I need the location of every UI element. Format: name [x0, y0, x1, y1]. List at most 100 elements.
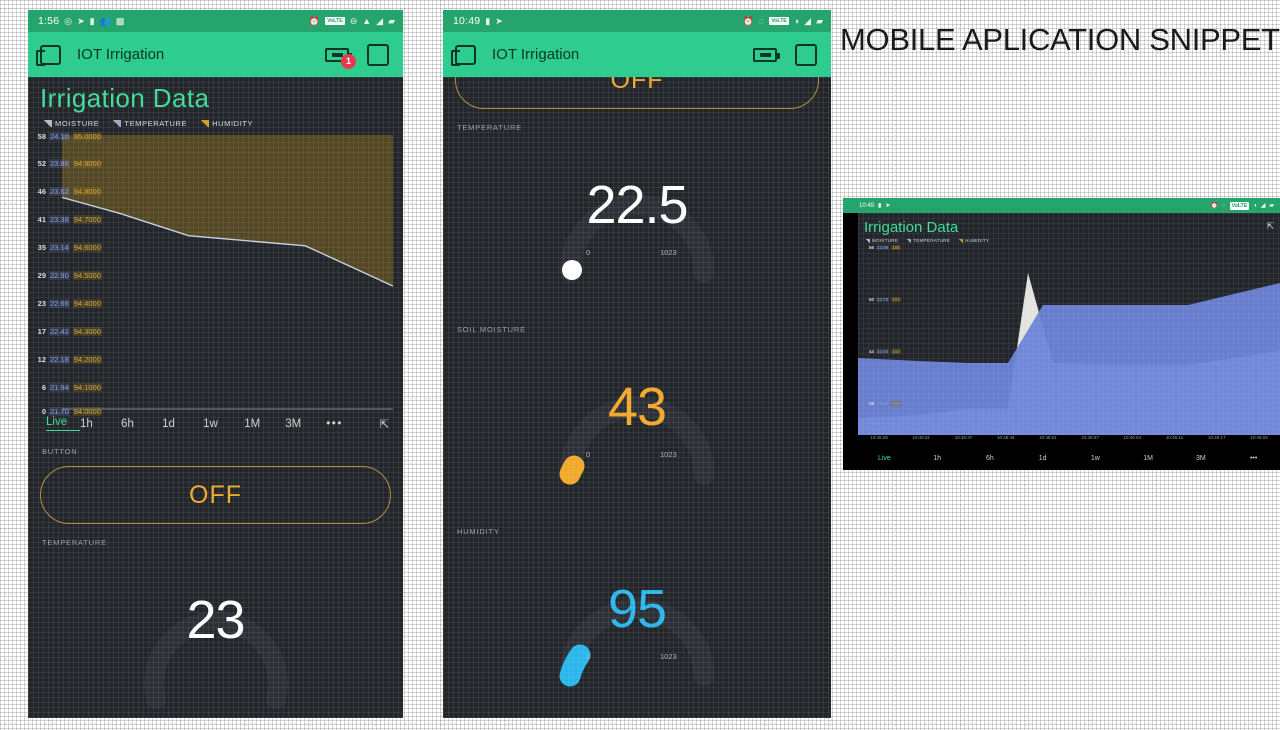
range-more-button[interactable]: •••	[1227, 455, 1280, 462]
apps-icon: ▩	[115, 15, 125, 26]
app-bar: IOT Irrigation	[443, 32, 831, 77]
battery-icon: ▰	[816, 15, 823, 26]
status-time: 10:49	[453, 15, 481, 27]
signal-icon: ◢	[804, 15, 812, 26]
telegram-icon: ➤	[77, 15, 85, 26]
page-canvas: 1:56 ◎ ➤ ▮ 👥 ▩ ⏰ VoLTE ⊖ ▲ ◢ ▰ IOT Irrig…	[0, 0, 1280, 730]
range-live[interactable]: Live	[858, 455, 911, 462]
dnd-icon: ◌	[1221, 202, 1226, 209]
range-1M[interactable]: 1M	[244, 418, 285, 430]
status-bar: 1:56 ◎ ➤ ▮ 👥 ▩ ⏰ VoLTE ⊖ ▲ ◢ ▰	[28, 10, 403, 32]
x-label: 10:46:04	[1123, 435, 1142, 440]
square-icon[interactable]	[795, 43, 817, 66]
x-label: 10:45:57	[1081, 435, 1099, 440]
temperature-gauge[interactable]: 22.5 0 1023	[443, 136, 831, 311]
time-range-selector: Live 1h 6h 1d 1w 1M 3M ••• ⇱	[28, 412, 403, 433]
chart-legend: MOISTURE TEMPERATURE HUMIDITY	[28, 116, 403, 130]
axis-row: 50 23.75 104	[860, 297, 901, 302]
x-label: 10:46:11	[1165, 435, 1184, 440]
humidity-gauge[interactable]: 95 0 1023	[443, 540, 831, 715]
range-1M[interactable]: 1M	[1122, 455, 1175, 462]
gauge-min-label: 0	[586, 450, 591, 459]
axis-tick-moisture: 12	[37, 355, 46, 364]
temperature-gauge[interactable]: 23	[28, 551, 403, 718]
temperature-value: 23	[186, 590, 245, 650]
dashboard-screen: Irrigation Data MOISTURE TEMPERATURE HUM…	[28, 77, 403, 718]
range-3M[interactable]: 3M	[285, 418, 326, 430]
axis-tick-moisture: 56	[868, 245, 874, 250]
pump-toggle-button[interactable]: OFF	[455, 77, 819, 109]
temperature-section-label: TEMPERATURE	[457, 123, 522, 132]
range-more-button[interactable]: •••	[326, 418, 367, 430]
pump-toggle-button[interactable]: OFF	[40, 466, 391, 524]
battery-saver-icon: ▮	[89, 15, 95, 26]
wifi-icon: ▲	[362, 15, 372, 26]
battery-saver-icon: ▮	[485, 15, 491, 26]
x-label: 10:45:37	[954, 435, 973, 440]
expand-icon[interactable]: ⇱	[1266, 221, 1274, 232]
gauge-max-label: 1023	[660, 450, 677, 459]
range-1h[interactable]: 1h	[911, 455, 964, 462]
range-1h[interactable]: 1h	[80, 418, 121, 430]
axis-row: 38 23.28 102	[860, 401, 901, 406]
battery-status-button[interactable]: 1	[325, 47, 356, 69]
axis-tick-moisture: 29	[37, 271, 46, 280]
range-6h[interactable]: 6h	[964, 455, 1017, 462]
x-label: 10:45:26	[870, 435, 888, 440]
dnd-icon: ◌	[758, 15, 765, 26]
axis-tick-moisture: 52	[37, 159, 46, 168]
chart-plot-area	[62, 135, 393, 412]
range-1w[interactable]: 1w	[203, 418, 244, 430]
expand-icon[interactable]: ⇱	[379, 417, 389, 431]
axis-row: 44 23.50 103	[860, 349, 901, 354]
axis-tick-moisture: 46	[37, 187, 46, 196]
axis-tick-moisture: 38	[868, 401, 874, 406]
range-3M[interactable]: 3M	[1175, 455, 1228, 462]
axis-tick-temperature: 23.75	[876, 297, 890, 302]
timeseries-chart[interactable]: 58 24.10 95.0000 52 23.86 94.9000 46 23.…	[28, 130, 403, 416]
landscape-chart-body[interactable]: Irrigation Data ⇱ MOISTURE TEMPERATURE H…	[858, 213, 1280, 435]
time-range-selector: Live 1h 6h 1d 1w 1M 3M •••	[858, 446, 1280, 470]
range-1w[interactable]: 1w	[1069, 455, 1122, 462]
range-1d[interactable]: 1d	[162, 418, 203, 430]
soil-moisture-gauge[interactable]: 43 0 1023	[443, 338, 831, 513]
status-bar: 10:49 ▮ ➤ ⏰ ◌ VoLTE ◑ ◢ ▰	[843, 198, 1280, 213]
volte-icon: VoLTE	[769, 17, 789, 25]
axis-tick-moisture: 23	[37, 299, 46, 308]
legend-item-moisture[interactable]: MOISTURE	[44, 119, 99, 128]
battery-saver-icon: ▮	[878, 203, 882, 209]
battery-status-button[interactable]	[753, 47, 780, 62]
legend-item-temperature[interactable]: TEMPERATURE	[113, 119, 187, 128]
axis-tick-moisture: 44	[868, 349, 874, 354]
login-icon[interactable]	[451, 44, 476, 66]
x-label: 10:45:51	[1039, 435, 1057, 440]
landscape-chart-screenshot: 10:49 ▮ ➤ ⏰ ◌ VoLTE ◑ ◢ ▰ Irrigation Dat…	[843, 198, 1280, 470]
axis-tick-moisture: 50	[868, 297, 874, 302]
legend-item-humidity[interactable]: HUMIDITY	[201, 119, 253, 128]
square-icon[interactable]	[367, 43, 389, 66]
status-bar: 10:49 ▮ ➤ ⏰ ◌ VoLTE ◑ ◢ ▰	[443, 10, 831, 32]
legend-label: TEMPERATURE	[124, 119, 188, 128]
alarm-icon: ⏰	[1210, 203, 1218, 209]
login-icon[interactable]	[36, 44, 61, 66]
dnd-icon: ⊖	[349, 15, 358, 26]
x-label: 10:45:31	[912, 435, 931, 440]
temperature-section-label: TEMPERATURE	[42, 538, 107, 547]
axis-tick-moisture: 41	[37, 215, 46, 224]
gauge-max-label: 1023	[660, 248, 677, 257]
battery-icon	[753, 47, 780, 62]
alarm-icon: ⏰	[742, 15, 754, 26]
range-live[interactable]: Live	[46, 416, 80, 431]
chart-icon	[44, 120, 52, 127]
app-bar: IOT Irrigation 1	[28, 32, 403, 77]
range-1d[interactable]: 1d	[1016, 455, 1069, 462]
signal-icon: ◢	[1260, 203, 1266, 209]
range-6h[interactable]: 6h	[121, 418, 162, 430]
gauge-max-label: 1023	[660, 652, 677, 661]
axis-tick-humidity: 102	[891, 401, 901, 406]
landscape-plot-area	[858, 213, 1280, 435]
telegram-icon: ➤	[495, 15, 503, 26]
chart-icon	[201, 120, 210, 127]
signal-icon: ◢	[376, 15, 384, 26]
gauge-min-label: 0	[586, 248, 591, 257]
